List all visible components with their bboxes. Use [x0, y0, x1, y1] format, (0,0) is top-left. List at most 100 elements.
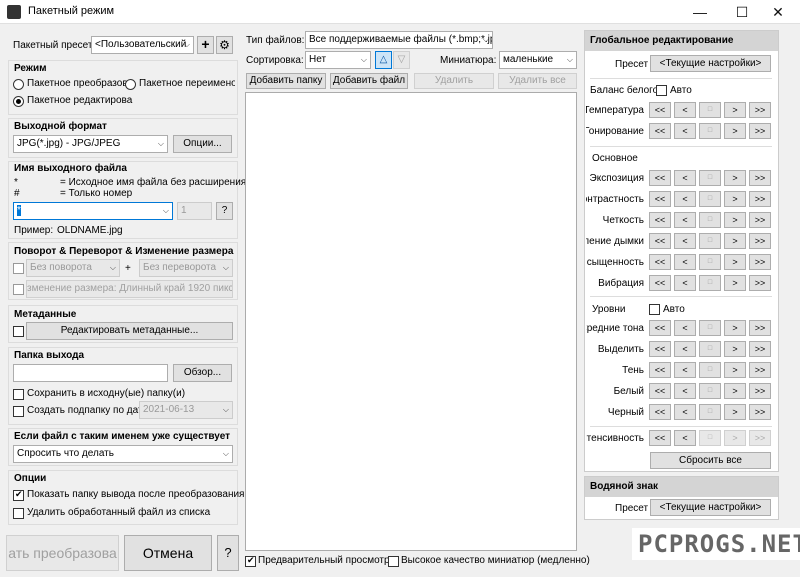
reset-value-button[interactable]: □ — [699, 123, 721, 139]
meta-checkbox[interactable] — [13, 326, 24, 337]
options-button[interactable]: Опции... — [173, 135, 232, 153]
step-right-button[interactable]: > — [724, 341, 746, 357]
step-left-large-button[interactable]: << — [649, 254, 671, 270]
remove-button[interactable]: Удалить — [414, 73, 494, 89]
step-right-large-button[interactable]: >> — [749, 170, 771, 186]
step-right-large-button[interactable]: >> — [749, 404, 771, 420]
radio-edit[interactable] — [13, 96, 24, 107]
step-right-large-button[interactable]: >> — [749, 212, 771, 228]
add-file-button[interactable]: Добавить файл — [330, 73, 408, 89]
rotate-combo[interactable]: Без поворота ⌵ — [26, 259, 120, 277]
filetype-combo[interactable]: Все поддерживаемые файлы (*.bmp;*.jp ⌵ — [305, 31, 493, 49]
step-left-large-button[interactable]: << — [649, 275, 671, 291]
file-list[interactable] — [245, 92, 577, 551]
reset-value-button[interactable]: □ — [699, 430, 721, 446]
step-left-large-button[interactable]: << — [649, 362, 671, 378]
add-preset-button[interactable]: + — [197, 36, 214, 54]
sort-combo[interactable]: Нет ⌵ — [305, 51, 371, 69]
remove-all-button[interactable]: Удалить все — [498, 73, 577, 89]
filename-input[interactable]: * ⌵ — [13, 202, 173, 220]
step-left-large-button[interactable]: << — [649, 123, 671, 139]
reset-value-button[interactable]: □ — [699, 212, 721, 228]
step-left-button[interactable]: < — [674, 341, 696, 357]
step-right-large-button[interactable]: >> — [749, 320, 771, 336]
show-folder-checkbox[interactable] — [13, 489, 24, 501]
reset-value-button[interactable]: □ — [699, 362, 721, 378]
reset-value-button[interactable]: □ — [699, 383, 721, 399]
remove-processed-checkbox[interactable] — [13, 508, 24, 519]
step-left-button[interactable]: < — [674, 383, 696, 399]
current-settings-button[interactable]: <Текущие настройки> — [650, 55, 771, 72]
step-left-large-button[interactable]: << — [649, 341, 671, 357]
step-left-large-button[interactable]: << — [649, 191, 671, 207]
reset-value-button[interactable]: □ — [699, 191, 721, 207]
create-subfolder-checkbox[interactable] — [13, 406, 24, 417]
maximize-button[interactable]: ☐ — [722, 0, 762, 24]
date-combo[interactable]: 2021-06-13 ⌵ — [139, 401, 233, 419]
step-right-large-button[interactable]: >> — [749, 430, 771, 446]
step-left-large-button[interactable]: << — [649, 212, 671, 228]
step-left-large-button[interactable]: << — [649, 102, 671, 118]
step-left-large-button[interactable]: << — [649, 170, 671, 186]
step-right-button[interactable]: > — [724, 191, 746, 207]
outdir-input[interactable] — [13, 364, 168, 382]
step-right-large-button[interactable]: >> — [749, 341, 771, 357]
step-right-large-button[interactable]: >> — [749, 102, 771, 118]
thumb-combo[interactable]: маленькие ⌵ — [499, 51, 577, 69]
step-left-button[interactable]: < — [674, 430, 696, 446]
gear-icon[interactable]: ⚙ — [216, 36, 233, 54]
step-left-button[interactable]: < — [674, 362, 696, 378]
start-number-input[interactable]: 1 — [177, 202, 212, 220]
save-source-checkbox[interactable] — [13, 389, 24, 400]
resize-checkbox[interactable] — [13, 284, 24, 295]
radio-convert[interactable] — [13, 79, 24, 90]
step-right-button[interactable]: > — [724, 170, 746, 186]
step-left-button[interactable]: < — [674, 320, 696, 336]
close-button[interactable]: ✕ — [758, 0, 798, 24]
levels-auto-checkbox[interactable] — [649, 304, 660, 315]
step-right-large-button[interactable]: >> — [749, 123, 771, 139]
hq-checkbox[interactable] — [388, 556, 399, 567]
step-left-large-button[interactable]: << — [649, 430, 671, 446]
minimize-button[interactable]: — — [680, 0, 720, 24]
step-left-button[interactable]: < — [674, 275, 696, 291]
step-right-button[interactable]: > — [724, 233, 746, 249]
reset-value-button[interactable]: □ — [699, 320, 721, 336]
flip-combo[interactable]: Без переворота ⌵ — [139, 259, 233, 277]
step-right-button[interactable]: > — [724, 123, 746, 139]
exists-combo[interactable]: Спросить что делать ⌵ — [13, 445, 233, 463]
wm-current-settings-button[interactable]: <Текущие настройки> — [650, 499, 771, 516]
step-right-large-button[interactable]: >> — [749, 383, 771, 399]
cancel-button[interactable]: Отмена — [124, 535, 212, 571]
step-right-large-button[interactable]: >> — [749, 191, 771, 207]
step-left-large-button[interactable]: << — [649, 404, 671, 420]
sort-asc-icon[interactable]: △ — [375, 51, 392, 69]
step-right-button[interactable]: > — [724, 362, 746, 378]
step-right-large-button[interactable]: >> — [749, 362, 771, 378]
step-right-button[interactable]: > — [724, 383, 746, 399]
browse-button[interactable]: Обзор... — [173, 364, 232, 382]
add-folder-button[interactable]: Добавить папку — [246, 73, 326, 89]
step-right-button[interactable]: > — [724, 102, 746, 118]
step-left-button[interactable]: < — [674, 233, 696, 249]
reset-value-button[interactable]: □ — [699, 275, 721, 291]
reset-value-button[interactable]: □ — [699, 404, 721, 420]
reset-value-button[interactable]: □ — [699, 254, 721, 270]
preview-checkbox[interactable] — [245, 555, 256, 567]
edit-metadata-button[interactable]: Редактировать метаданные... — [26, 322, 233, 340]
help-button-bottom[interactable]: ? — [217, 535, 239, 571]
step-right-button[interactable]: > — [724, 430, 746, 446]
reset-value-button[interactable]: □ — [699, 170, 721, 186]
step-right-large-button[interactable]: >> — [749, 275, 771, 291]
reset-value-button[interactable]: □ — [699, 102, 721, 118]
step-left-large-button[interactable]: << — [649, 233, 671, 249]
step-left-button[interactable]: < — [674, 123, 696, 139]
reset-value-button[interactable]: □ — [699, 341, 721, 357]
reset-value-button[interactable]: □ — [699, 233, 721, 249]
format-combo[interactable]: JPG(*.jpg) - JPG/JPEG ⌵ — [13, 135, 168, 153]
sort-desc-icon[interactable]: ▽ — [393, 51, 410, 69]
preset-combo[interactable]: <Пользовательский ⌵ — [91, 36, 194, 54]
step-right-button[interactable]: > — [724, 404, 746, 420]
step-left-button[interactable]: < — [674, 212, 696, 228]
help-button[interactable]: ? — [216, 202, 233, 220]
